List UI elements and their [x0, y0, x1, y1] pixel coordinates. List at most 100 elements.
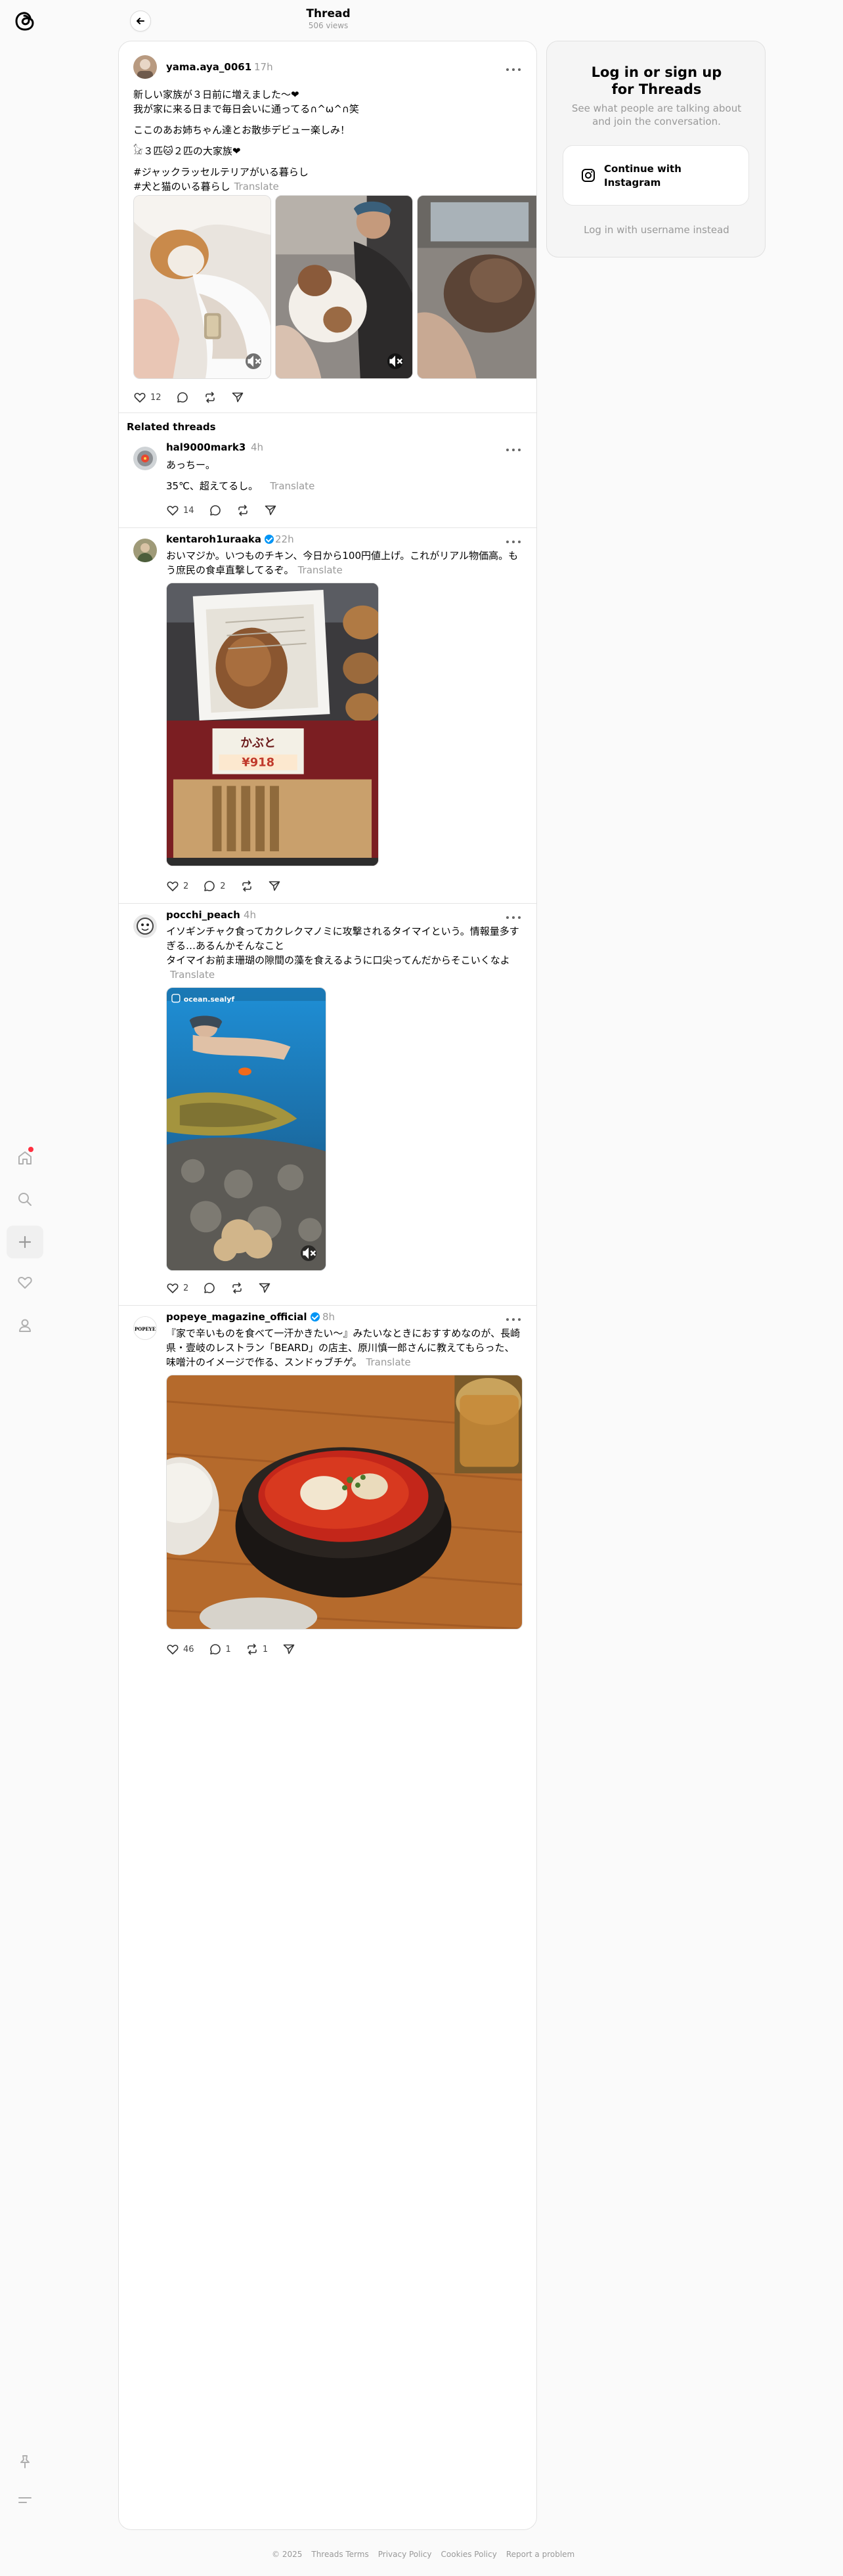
like-count: 2: [183, 881, 189, 891]
more-icon[interactable]: [506, 539, 521, 545]
repost-icon: [236, 504, 249, 517]
post-username[interactable]: popeye_magazine_official: [166, 1311, 320, 1323]
translate-link[interactable]: Translate: [366, 1356, 411, 1368]
divider: [119, 412, 536, 413]
like-button[interactable]: 2: [166, 1281, 188, 1295]
profile-icon: [16, 1317, 33, 1334]
nav-pin[interactable]: [0, 2443, 50, 2480]
share-button[interactable]: [231, 391, 244, 404]
send-icon: [268, 879, 281, 893]
repost-icon: [240, 879, 253, 893]
post-image[interactable]: かぶと ¥918: [166, 583, 379, 866]
post-time: 4h: [244, 909, 257, 921]
price-tag-title: かぶと: [240, 736, 276, 750]
nav-home[interactable]: [0, 1140, 50, 1176]
post-video[interactable]: ocean.sealyf: [166, 987, 326, 1271]
comment-icon: [209, 504, 222, 517]
reply-button[interactable]: [203, 1281, 216, 1295]
post-username[interactable]: pocchi_peach: [166, 909, 240, 921]
like-button[interactable]: 14: [166, 504, 194, 517]
nav-profile[interactable]: [0, 1307, 50, 1344]
avatar[interactable]: [133, 539, 157, 562]
translate-link[interactable]: Translate: [270, 480, 314, 492]
post-time: 22h: [275, 533, 294, 545]
share-button[interactable]: [258, 1281, 271, 1295]
nav-menu[interactable]: [0, 2481, 50, 2518]
post-video[interactable]: [417, 195, 536, 379]
post-text-line: 𓃠３匹🐱２匹の大家族❤: [133, 145, 241, 157]
post-text: 『家で辛いものを食べて一汗かきたい〜』みたいなときにおすすめなのが、長崎県・壹岐…: [166, 1327, 521, 1368]
post-actions: 2: [166, 1280, 286, 1296]
repost-button[interactable]: [240, 879, 253, 893]
repost-button[interactable]: [236, 504, 249, 517]
post-time: 8h: [322, 1311, 335, 1323]
menu-icon: [17, 2492, 33, 2508]
continue-with-instagram-button[interactable]: Continue with Instagram: [563, 145, 749, 206]
post-text-line: ここのあお姉ちゃん達とお散歩デビュー楽しみ！: [133, 124, 351, 136]
nav-activity[interactable]: [0, 1264, 50, 1301]
reply-button[interactable]: [176, 391, 189, 404]
login-title-line: Log in or sign up: [591, 64, 722, 80]
translate-link[interactable]: Translate: [234, 181, 279, 192]
post-video[interactable]: [133, 195, 271, 379]
repost-icon: [230, 1281, 244, 1295]
heart-icon: [16, 1274, 33, 1291]
avatar[interactable]: POPEYE: [133, 1316, 157, 1340]
like-button[interactable]: 46: [166, 1643, 194, 1656]
send-icon: [231, 391, 244, 404]
footer-link-report[interactable]: Report a problem: [506, 2550, 574, 2559]
mute-icon[interactable]: [301, 1245, 316, 1261]
reply-button[interactable]: 2: [203, 879, 226, 893]
like-button[interactable]: 12: [133, 391, 162, 404]
more-icon[interactable]: [506, 66, 521, 73]
footer-link-cookies[interactable]: Cookies Policy: [441, 2550, 497, 2559]
post-username[interactable]: yama.aya_0061: [166, 61, 251, 73]
post-username[interactable]: hal9000mark3: [166, 441, 246, 453]
reply-count: 2: [220, 881, 226, 891]
share-button[interactable]: [282, 1643, 295, 1656]
more-icon[interactable]: [506, 914, 521, 921]
reply-button[interactable]: [209, 504, 222, 517]
post-text-line: #犬と猫のいる暮らし: [133, 181, 230, 192]
more-icon[interactable]: [506, 447, 521, 453]
post-actions: 2 2: [166, 878, 295, 894]
threads-logo-icon[interactable]: [12, 8, 37, 34]
post-actions: 46 1 1: [166, 1641, 310, 1657]
nav-create[interactable]: [7, 1226, 43, 1258]
repost-icon: [246, 1643, 259, 1656]
mute-icon[interactable]: [246, 353, 261, 369]
share-button[interactable]: [264, 504, 277, 517]
avatar[interactable]: [133, 447, 157, 470]
send-icon: [264, 504, 277, 517]
related-threads-heading: Related threads: [127, 421, 216, 433]
like-button[interactable]: 2: [166, 879, 188, 893]
plus-icon: [17, 1234, 33, 1250]
repost-button[interactable]: [230, 1281, 244, 1295]
comment-icon: [176, 391, 189, 404]
translate-link[interactable]: Translate: [298, 564, 343, 576]
like-count: 14: [183, 505, 194, 516]
post-body: 新しい家族が３日前に増えました〜❤ 我が家に来る日まで毎日会いに通ってる∩^ω^…: [133, 87, 521, 194]
footer-link-terms[interactable]: Threads Terms: [311, 2550, 368, 2559]
repost-button[interactable]: [204, 391, 217, 404]
login-with-username-link[interactable]: Log in with username instead: [547, 224, 766, 236]
post-video[interactable]: [275, 195, 413, 379]
login-title: Log in or sign up for Threads: [547, 64, 766, 98]
heart-icon: [166, 1281, 179, 1295]
post-image[interactable]: [166, 1375, 523, 1630]
mute-icon[interactable]: [387, 353, 403, 369]
share-button[interactable]: [268, 879, 281, 893]
repost-button[interactable]: 1: [246, 1643, 268, 1656]
heart-icon: [166, 504, 179, 517]
post-username[interactable]: kentaroh1uraaka: [166, 533, 274, 545]
nav-search[interactable]: [0, 1181, 50, 1218]
avatar[interactable]: [133, 914, 157, 938]
translate-link[interactable]: Translate: [170, 969, 215, 981]
repost-icon: [204, 391, 217, 404]
reply-button[interactable]: 1: [209, 1643, 231, 1656]
more-icon[interactable]: [506, 1316, 521, 1323]
avatar[interactable]: [133, 55, 157, 79]
back-button[interactable]: [130, 11, 151, 32]
login-subtitle: See what people are talking about and jo…: [571, 102, 742, 127]
footer-link-privacy[interactable]: Privacy Policy: [378, 2550, 432, 2559]
